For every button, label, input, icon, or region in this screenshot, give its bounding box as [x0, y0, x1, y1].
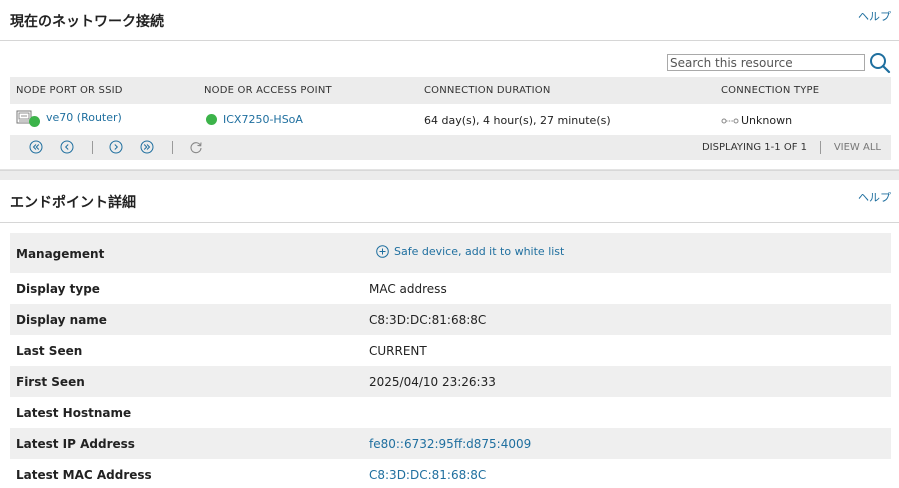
connection-table-header: NODE PORT OR SSID NODE OR ACCESS POINT C…: [10, 77, 891, 104]
whitelist-action-label: Safe device, add it to white list: [394, 245, 565, 258]
endpoint-details-panel: エンドポイント詳細 ヘルプ Management Safe device, ad…: [0, 180, 899, 488]
column-header-type[interactable]: CONNECTION TYPE: [721, 85, 819, 96]
detail-row-last-seen: Last Seen CURRENT: [10, 335, 891, 366]
previous-page-icon[interactable]: [60, 140, 74, 154]
column-header-duration[interactable]: CONNECTION DURATION: [424, 85, 551, 96]
current-connection-help-link[interactable]: ヘルプ: [858, 8, 891, 24]
panel-separator: [0, 170, 899, 180]
router-icon: [16, 110, 42, 128]
first-page-icon[interactable]: [29, 140, 43, 154]
detail-value: CURRENT: [369, 344, 427, 358]
detail-label: Latest MAC Address: [16, 468, 152, 482]
pager-divider: [92, 141, 93, 154]
refresh-icon[interactable]: [189, 140, 203, 154]
column-header-port[interactable]: NODE PORT OR SSID: [16, 85, 123, 96]
connection-type-icon: [721, 118, 739, 123]
detail-row-latest-mac: Latest MAC Address C8:3D:DC:81:68:8C: [10, 459, 891, 488]
detail-row-latest-hostname: Latest Hostname: [10, 397, 891, 428]
current-connection-panel: 現在のネットワーク接続 ヘルプ NODE PORT OR SSID NODE O…: [0, 0, 899, 170]
detail-label: Latest IP Address: [16, 437, 135, 451]
detail-label: First Seen: [16, 375, 85, 389]
pager-divider: [172, 141, 173, 154]
detail-label: Display type: [16, 282, 100, 296]
footer-divider: [820, 141, 821, 154]
detail-label: Latest Hostname: [16, 406, 132, 420]
whitelist-action-link[interactable]: Safe device, add it to white list: [376, 245, 564, 258]
title-divider: [0, 40, 899, 41]
port-cell: ve70 (Router): [16, 110, 122, 128]
detail-value: MAC address: [369, 282, 447, 296]
detail-row-first-seen: First Seen 2025/04/10 23:26:33: [10, 366, 891, 397]
detail-row-latest-ip: Latest IP Address fe80::6732:95ff:d875:4…: [10, 428, 891, 459]
view-all-link[interactable]: VIEW ALL: [834, 142, 881, 153]
last-page-icon[interactable]: [140, 140, 154, 154]
search-icon[interactable]: [869, 52, 891, 74]
mac-address-link[interactable]: C8:3D:DC:81:68:8C: [369, 468, 486, 482]
detail-row-display-name: Display name C8:3D:DC:81:68:8C: [10, 304, 891, 335]
current-connection-title: 現在のネットワーク接続: [10, 14, 164, 30]
detail-label: Last Seen: [16, 344, 83, 358]
display-count: DISPLAYING 1-1 OF 1: [701, 142, 807, 153]
type-cell: Unknown: [721, 114, 792, 127]
detail-label: Management: [16, 247, 105, 261]
search-input[interactable]: [667, 54, 865, 71]
status-up-icon: [29, 116, 40, 127]
next-page-icon[interactable]: [109, 140, 123, 154]
ip-address-link[interactable]: fe80::6732:95ff:d875:4009: [369, 437, 531, 451]
node-status-up-icon: [206, 114, 217, 125]
detail-value: 2025/04/10 23:26:33: [369, 375, 496, 389]
endpoint-details-title: エンドポイント詳細: [10, 195, 136, 211]
column-header-node[interactable]: NODE OR ACCESS POINT: [204, 85, 332, 96]
connection-type-label: Unknown: [741, 114, 793, 127]
title-divider: [0, 222, 899, 223]
endpoint-details-help-link[interactable]: ヘルプ: [858, 189, 891, 205]
port-link[interactable]: ve70 (Router): [46, 111, 122, 124]
node-cell: ICX7250-HSoA: [206, 113, 303, 126]
detail-row-display-type: Display type MAC address: [10, 273, 891, 304]
table-row: ve70 (Router) ICX7250-HSoA 64 day(s), 4 …: [10, 104, 891, 135]
detail-value: C8:3D:DC:81:68:8C: [369, 313, 487, 327]
add-circle-icon: [376, 245, 389, 258]
detail-row-management: Management Safe device, add it to white …: [10, 233, 891, 273]
table-footer: DISPLAYING 1-1 OF 1 VIEW ALL: [10, 135, 891, 160]
duration-cell: 64 day(s), 4 hour(s), 27 minute(s): [424, 114, 611, 127]
node-link[interactable]: ICX7250-HSoA: [223, 113, 303, 126]
detail-label: Display name: [16, 313, 107, 327]
